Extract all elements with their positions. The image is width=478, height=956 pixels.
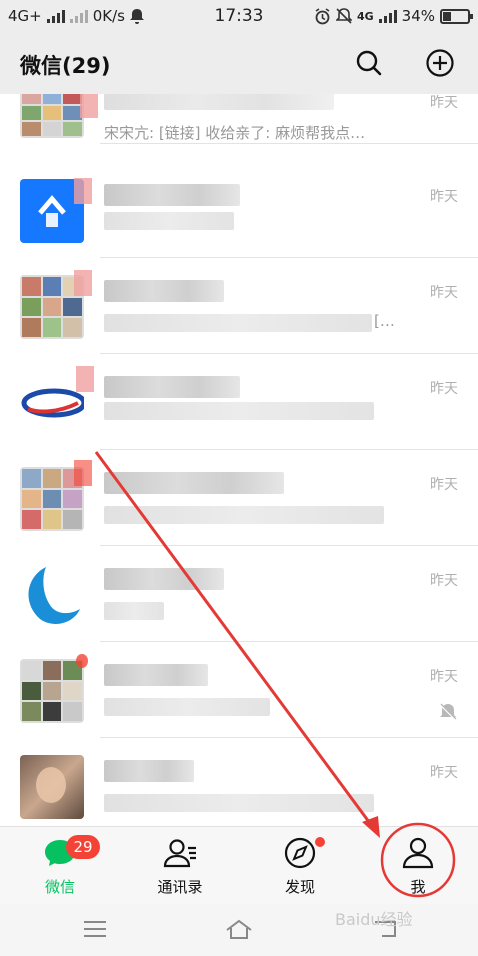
chat-time: 昨天: [430, 95, 458, 111]
watermark: Baidu经验: [335, 910, 413, 929]
group-avatar: [20, 94, 84, 138]
page-title: 微信(29): [20, 54, 111, 78]
chat-name-blurred: [104, 760, 194, 782]
chat-avatar: [20, 371, 84, 435]
chat-name-blurred: [104, 376, 240, 398]
chat-time: 昨天: [430, 189, 458, 205]
tab-label: 我: [410, 878, 426, 896]
chat-avatar: [20, 755, 84, 819]
status-bar: 4G+ 0K/s 17:33 4G 34%: [0, 0, 478, 34]
alarm-icon: [315, 7, 330, 24]
chat-row[interactable]: 昨天: [0, 162, 478, 258]
chat-name-blurred: [104, 280, 224, 302]
group-avatar: [20, 659, 84, 723]
chat-row[interactable]: 昨天: [0, 642, 478, 738]
chat-preview-blurred: [104, 314, 372, 332]
chat-row[interactable]: 昨天: [0, 450, 478, 546]
mute-bell-icon: [335, 8, 352, 24]
chat-preview-blurred: [104, 602, 164, 620]
chat-preview-blurred: [104, 402, 374, 420]
chat-preview-blurred: [104, 212, 234, 230]
chat-row[interactable]: 昨天: [0, 738, 478, 826]
chat-time: 昨天: [430, 381, 458, 397]
chat-list[interactable]: 宋宋亢: [链接] 收给亲了: 麻烦帮我点… 昨天 昨天 [… 昨天 昨天 昨天…: [0, 94, 478, 826]
tab-label: 发现: [284, 878, 315, 896]
person-icon: [402, 837, 434, 869]
tab-contacts[interactable]: 通讯录: [130, 827, 230, 905]
chat-row[interactable]: 昨天: [0, 546, 478, 642]
tab-label: 微信: [44, 878, 75, 896]
chat-preview-tail: […: [374, 312, 395, 330]
bottom-nav: 29 微信 通讯录 发现 我: [0, 826, 478, 904]
home-icon[interactable]: [224, 916, 254, 942]
chat-avatar: [20, 563, 84, 627]
chat-time: 昨天: [430, 669, 458, 685]
tab-discover[interactable]: 发现: [250, 827, 350, 905]
add-icon[interactable]: [425, 48, 455, 78]
new-dot: [315, 837, 325, 847]
chat-name-blurred: [104, 568, 224, 590]
search-icon[interactable]: [354, 48, 384, 78]
chat-name-blurred: [104, 472, 284, 494]
chat-time: 昨天: [430, 477, 458, 493]
chat-row[interactable]: 昨天: [0, 354, 478, 450]
menu-icon[interactable]: [80, 916, 110, 942]
battery-icon: [440, 8, 473, 24]
chat-row[interactable]: 宋宋亢: [链接] 收给亲了: 麻烦帮我点… 昨天: [0, 94, 478, 144]
chat-time: 昨天: [430, 573, 458, 589]
tab-label: 通讯录: [157, 878, 203, 896]
title-bar: 微信(29): [0, 34, 478, 94]
chat-row[interactable]: [… 昨天: [0, 258, 478, 354]
mobile-data: 4G: [356, 9, 374, 23]
chat-preview-blurred: [104, 698, 270, 716]
chat-time: 昨天: [430, 285, 458, 301]
chat-name-blurred: [104, 184, 240, 206]
compass-icon: [284, 837, 316, 869]
battery-percent: 34%: [401, 7, 435, 25]
tab-me[interactable]: 我: [368, 827, 468, 905]
chat-name-blurred: [104, 664, 208, 686]
unread-badge: 29: [66, 835, 100, 859]
chat-preview-blurred: [104, 506, 384, 524]
mute-icon: [439, 703, 457, 721]
chat-name-blurred: [104, 94, 334, 110]
chat-time: 昨天: [430, 765, 458, 781]
mobile-signal-icon: [378, 9, 397, 23]
contacts-icon: [163, 839, 196, 868]
tab-chats[interactable]: 29 微信: [10, 827, 110, 905]
chat-preview: 宋宋亢: [链接] 收给亲了: 麻烦帮我点…: [104, 124, 366, 142]
chat-preview-blurred: [104, 794, 374, 812]
